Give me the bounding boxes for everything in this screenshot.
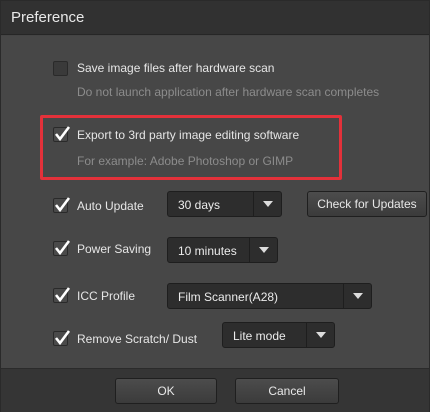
auto-update-select[interactable]: 30 days [167, 191, 282, 217]
ok-button[interactable]: OK [115, 378, 217, 404]
save-images-description: Do not launch application after hardware… [77, 85, 380, 99]
chevron-down-icon[interactable] [249, 238, 277, 262]
preference-dialog: Preference Save image files after hardwa… [0, 0, 430, 412]
power-saving-checkbox[interactable] [53, 240, 71, 256]
auto-update-label[interactable]: Auto Update [77, 199, 144, 213]
dialog-footer: OK Cancel [1, 368, 429, 412]
chevron-down-icon[interactable] [343, 284, 371, 308]
cancel-button[interactable]: Cancel [235, 378, 339, 404]
chevron-down-icon[interactable] [253, 192, 281, 216]
dialog-title: Preference [11, 9, 85, 26]
export-description: For example: Adobe Photoshop or GIMP [77, 154, 294, 168]
checkmark-icon [54, 197, 71, 213]
export-label[interactable]: Export to 3rd party image editing softwa… [77, 128, 299, 142]
chevron-down-icon[interactable] [306, 323, 334, 347]
icc-profile-value: Film Scanner(A28) [178, 290, 279, 304]
save-images-checkbox[interactable] [53, 61, 68, 76]
export-checkbox[interactable] [53, 126, 71, 142]
auto-update-value: 30 days [178, 198, 221, 212]
power-saving-select[interactable]: 10 minutes [167, 237, 278, 263]
auto-update-checkbox[interactable] [53, 197, 71, 213]
remove-scratch-value: Lite mode [233, 329, 286, 343]
checkmark-icon [54, 240, 71, 256]
highlight-box [40, 115, 342, 180]
checkmark-icon [54, 126, 71, 142]
icc-profile-select[interactable]: Film Scanner(A28) [167, 283, 372, 309]
icc-profile-checkbox[interactable] [53, 287, 71, 303]
remove-scratch-select[interactable]: Lite mode [222, 322, 335, 348]
remove-scratch-checkbox[interactable] [53, 330, 71, 346]
remove-scratch-label[interactable]: Remove Scratch/ Dust [77, 332, 197, 346]
power-saving-label[interactable]: Power Saving [77, 242, 151, 256]
save-images-label[interactable]: Save image files after hardware scan [77, 61, 274, 75]
checkmark-icon [54, 287, 71, 303]
icc-profile-label[interactable]: ICC Profile [77, 289, 135, 303]
power-saving-value: 10 minutes [178, 244, 237, 258]
title-bar[interactable]: Preference [1, 1, 429, 35]
checkmark-icon [54, 330, 71, 346]
check-updates-button[interactable]: Check for Updates [307, 191, 427, 217]
